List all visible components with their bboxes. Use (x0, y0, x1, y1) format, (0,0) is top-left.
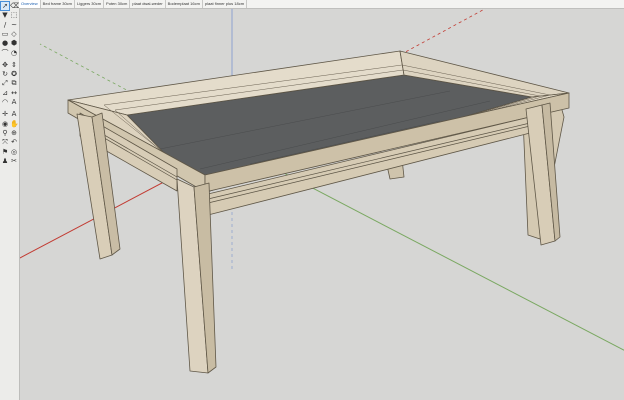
freehand-icon[interactable]: ~ (10, 21, 18, 29)
section-plane-icon[interactable]: ✂ (10, 157, 18, 165)
move-icon[interactable]: ✥ (1, 61, 9, 69)
rotate-icon[interactable]: ↻ (1, 70, 9, 78)
arc-icon[interactable]: ⌒ (1, 49, 9, 57)
zoom-window-icon[interactable]: ⊕ (10, 129, 18, 137)
pan-icon[interactable]: ✋ (10, 120, 19, 128)
model-viewport[interactable] (20, 9, 624, 400)
text-icon[interactable]: A (10, 98, 18, 106)
tape-measure-icon[interactable]: ⊿ (1, 89, 9, 97)
position-camera-icon[interactable]: ⚑ (1, 148, 9, 156)
eraser-icon[interactable]: ⌫ (10, 2, 20, 10)
zoom-icon[interactable]: ⚲ (1, 129, 9, 137)
protractor-icon[interactable]: ◠ (1, 98, 9, 106)
3d-text-icon[interactable]: A (10, 110, 18, 118)
offset-icon[interactable]: ⧉ (10, 79, 18, 87)
axes-icon[interactable]: ✛ (1, 110, 9, 118)
follow-me-icon[interactable]: ✪ (10, 70, 18, 78)
scene-tab[interactable]: plaat dwal-weder (130, 0, 166, 8)
pie-icon[interactable]: ◔ (10, 49, 18, 57)
zoom-extents-icon[interactable]: ⤧ (1, 138, 9, 146)
scene-tab[interactable]: Bed frame 30cm (41, 0, 76, 8)
orbit-icon[interactable]: ◉ (1, 120, 9, 128)
paint-bucket-icon[interactable]: ▼ (1, 11, 9, 19)
scale-icon[interactable]: ⤢ (1, 79, 9, 87)
scene-tab[interactable]: plaat finner plus 18cm (203, 0, 248, 8)
circle-icon[interactable]: ● (1, 39, 9, 47)
walk-icon[interactable]: ♟ (1, 157, 9, 165)
scene-tab[interactable]: Poten 30cm (104, 0, 131, 8)
component-icon[interactable]: ⬚ (10, 11, 18, 19)
select-arrow-icon[interactable]: ➚ (0, 1, 10, 11)
scene-tab[interactable]: Bodemplaat 16cm (166, 0, 203, 8)
table-model (20, 9, 624, 374)
previous-view-icon[interactable]: ↶ (10, 138, 18, 146)
push-pull-icon[interactable]: ⇕ (10, 61, 18, 69)
rotated-rectangle-icon[interactable]: ◇ (10, 30, 18, 38)
scene-tabs: Overview Bed frame 30cm Liggers 30cm Poten … (19, 0, 624, 9)
scene-tab[interactable]: Liggers 30cm (75, 0, 105, 8)
look-around-icon[interactable]: ◎ (10, 148, 18, 156)
dimension-icon[interactable]: ↔ (10, 89, 18, 97)
polygon-icon[interactable]: ⬢ (10, 39, 18, 47)
line-pencil-icon[interactable]: / (1, 21, 9, 29)
rectangle-icon[interactable]: ▭ (1, 30, 9, 38)
left-toolbar: ➚ ⌫ ▼ ⬚ / ~ ▭ ◇ ● ⬢ ⌒ ◔ ✥ ⇕ ↻ ✪ ⤢ ⧉ ⊿ ↔ ◠ A ✛ A ◉ ✋ ⚲ ⊕ ⤧ ↶ ⚑ ◎ ♟ ✂ (0, 0, 20, 400)
scene-tab[interactable]: Overview (19, 0, 41, 8)
